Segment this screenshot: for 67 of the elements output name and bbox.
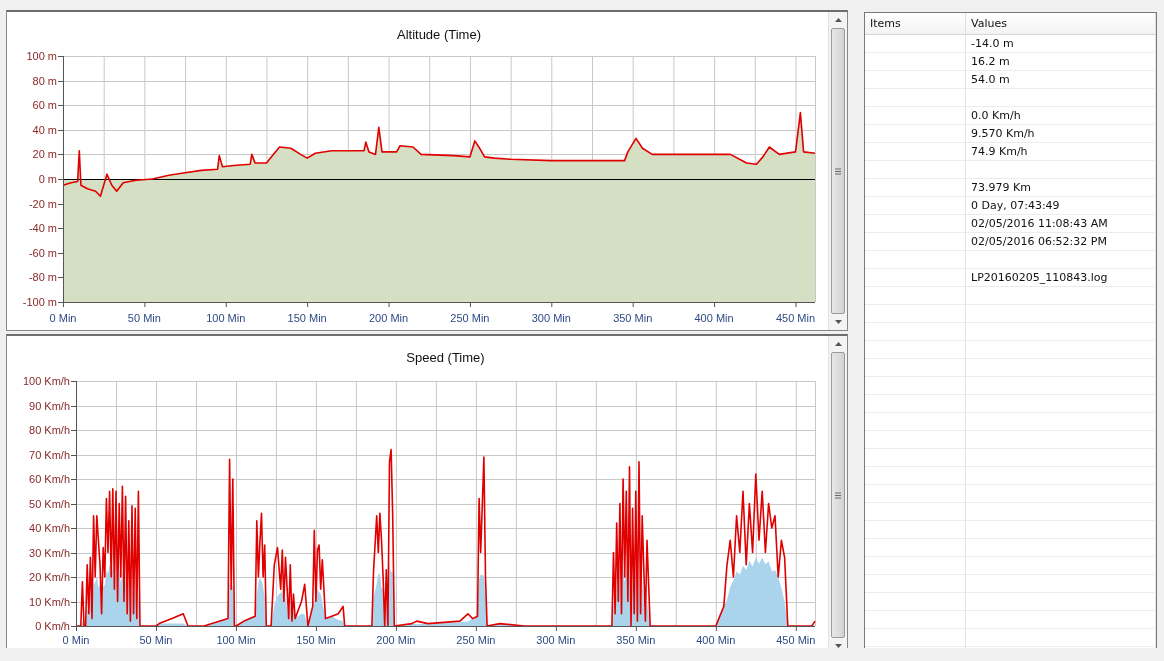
value-cell: 0.0 Km/h: [971, 109, 1021, 122]
y-tick-label: 30 Km/h: [29, 546, 70, 559]
value-cell: 74.9 Km/h: [971, 145, 1028, 158]
y-tick-label: 20 Km/h: [29, 571, 70, 583]
x-tick-label: 350 Min: [613, 312, 653, 324]
y-tick-label: 60 Km/h: [29, 473, 70, 485]
x-tick-label: 50 Min: [139, 634, 173, 646]
x-tick-label: 150 Min: [296, 634, 336, 646]
value-cell: 54.0 m: [971, 73, 1010, 86]
x-tick-label: 200 Min: [368, 312, 409, 324]
x-tick-label: 300 Min: [531, 312, 571, 324]
y-tick-label: 70 Km/h: [29, 448, 70, 461]
y-tick-label: 40 Km/h: [29, 522, 70, 534]
value-cell: 02/05/2016 11:08:43 AM: [971, 217, 1108, 230]
x-tick-label: 100 Min: [206, 312, 246, 324]
value-cell: -14.0 m: [971, 37, 1014, 50]
scroll-up-icon[interactable]: [834, 342, 842, 346]
scrollbar-thumb[interactable]: [831, 28, 845, 314]
x-tick-label: 450 Min: [775, 312, 816, 324]
x-tick-label: 100 Min: [216, 634, 256, 646]
chart-title: Altitude (Time): [397, 27, 481, 42]
y-tick-label: 0 Km/h: [35, 620, 70, 632]
value-cell: 0 Day, 07:43:49: [971, 199, 1060, 212]
x-tick-label: 300 Min: [536, 634, 576, 646]
y-tick-label: 60 m: [32, 99, 57, 112]
value-cell: 16.2 m: [971, 55, 1010, 68]
y-tick-label: 80 m: [32, 74, 57, 87]
x-tick-label: 400 Min: [696, 634, 736, 646]
x-tick-label: 0 Min: [49, 312, 77, 324]
y-tick-label: 100 Km/h: [22, 375, 70, 387]
y-tick-label: 100 m: [26, 50, 57, 62]
x-tick-label: 400 Min: [694, 312, 734, 324]
y-tick-label: -20 m: [28, 197, 57, 210]
x-tick-label: 0 Min: [62, 634, 90, 646]
x-tick-label: 350 Min: [616, 634, 656, 646]
value-cell: 9.570 Km/h: [971, 127, 1035, 140]
vertical-scrollbar[interactable]: [828, 336, 847, 648]
y-tick-label: 20 m: [32, 148, 57, 161]
x-tick-label: 150 Min: [287, 312, 327, 324]
y-tick-label: 80 Km/h: [29, 424, 70, 436]
y-tick-label: 90 Km/h: [29, 399, 70, 412]
y-tick-label: -60 m: [28, 246, 57, 259]
grip-icon: [835, 167, 841, 175]
scrollbar-thumb[interactable]: [831, 352, 845, 638]
vertical-scrollbar[interactable]: [828, 12, 847, 330]
grip-icon: [835, 491, 841, 499]
x-tick-label: 200 Min: [376, 634, 416, 646]
y-tick-label: -100 m: [22, 296, 57, 308]
scroll-down-icon[interactable]: [834, 644, 842, 648]
column-header[interactable]: Values: [966, 13, 1156, 34]
chart-title: Speed (Time): [406, 350, 485, 365]
value-cell: 02/05/2016 06:52:32 PM: [971, 235, 1107, 248]
y-tick-label: 10 Km/h: [29, 595, 70, 608]
value-cell: LP20160205_110843.log: [971, 271, 1108, 284]
y-tick-label: 0 m: [38, 173, 57, 185]
column-header[interactable]: Items: [865, 13, 966, 34]
scroll-down-icon[interactable]: [834, 320, 842, 324]
x-tick-label: 50 Min: [127, 312, 161, 324]
y-tick-label: 40 m: [32, 123, 57, 136]
y-tick-label: -80 m: [28, 271, 57, 284]
value-cell: 73.979 Km: [971, 181, 1031, 194]
x-tick-label: 250 Min: [450, 312, 490, 324]
y-tick-label: 50 Km/h: [29, 497, 70, 510]
x-tick-label: 250 Min: [456, 634, 496, 646]
y-tick-label: -40 m: [28, 222, 57, 235]
scroll-up-icon[interactable]: [834, 18, 842, 22]
x-tick-label: 450 Min: [776, 634, 816, 646]
